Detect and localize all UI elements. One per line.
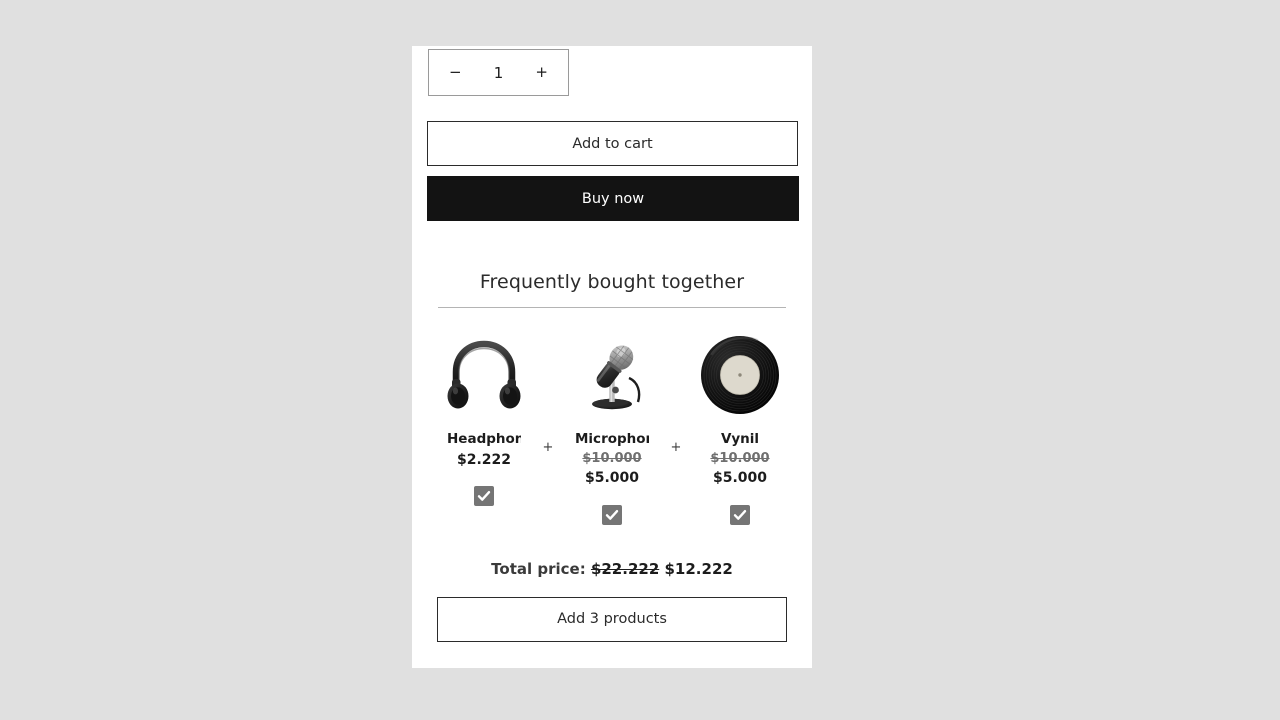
headphones-image[interactable] (441, 332, 527, 418)
fbt-product-name: Vynil (720, 431, 760, 447)
fbt-product-price: $5.000 (712, 470, 768, 487)
fbt-product-price: $5.000 (584, 470, 640, 487)
add-to-cart-button[interactable]: Add to cart (427, 121, 798, 166)
quantity-increase-button[interactable]: + (529, 63, 554, 82)
buy-now-button[interactable]: Buy now (427, 176, 799, 221)
fbt-product-price: $2.222 (456, 451, 512, 468)
fbt-products-row: Headphon $2.222 + Microphoı $10.000 $5.0… (412, 308, 812, 526)
total-price-label: Total price: (491, 559, 586, 578)
fbt-product-old-price: $10.000 (582, 450, 642, 466)
quantity-selector: − 1 + (428, 49, 569, 96)
fbt-checkbox-row (474, 485, 494, 507)
add-products-button[interactable]: Add 3 products (437, 596, 787, 642)
quantity-decrease-button[interactable]: − (443, 63, 468, 82)
fbt-checkbox-1[interactable] (474, 485, 494, 506)
total-price-discounted: $12.222 (664, 559, 733, 578)
fbt-checkbox-row (730, 504, 750, 526)
total-price-original: $22.222 (590, 559, 660, 578)
product-page-panel: − 1 + Add to cart Buy now Frequently bou… (412, 46, 812, 668)
fbt-checkbox-2[interactable] (602, 504, 622, 525)
fbt-checkbox-3[interactable] (730, 504, 750, 525)
frequently-bought-together-section: Frequently bought together Headphon $2.2… (412, 261, 812, 642)
vinyl-record-image[interactable] (697, 332, 783, 418)
quantity-stepper[interactable]: − 1 + (428, 49, 569, 96)
fbt-product-name: Headphon (447, 431, 521, 447)
total-price-row: Total price: $22.222 $12.222 (412, 560, 812, 578)
browser-viewport: − 1 + Add to cart Buy now Frequently bou… (0, 0, 1280, 720)
fbt-product-3: Vynil $10.000 $5.000 (690, 332, 790, 526)
fbt-product-name: Microphoı (575, 431, 649, 447)
quantity-input[interactable]: 1 (490, 64, 508, 82)
fbt-product-old-price: $10.000 (710, 450, 770, 466)
fbt-plus-separator-2: + (670, 440, 682, 455)
fbt-plus-separator-1: + (542, 440, 554, 455)
microphone-image[interactable] (569, 332, 655, 418)
fbt-checkbox-row (602, 504, 622, 526)
fbt-product-1: Headphon $2.222 (434, 332, 534, 507)
fbt-product-2: Microphoı $10.000 $5.000 (562, 332, 662, 526)
fbt-heading: Frequently bought together (479, 271, 745, 293)
